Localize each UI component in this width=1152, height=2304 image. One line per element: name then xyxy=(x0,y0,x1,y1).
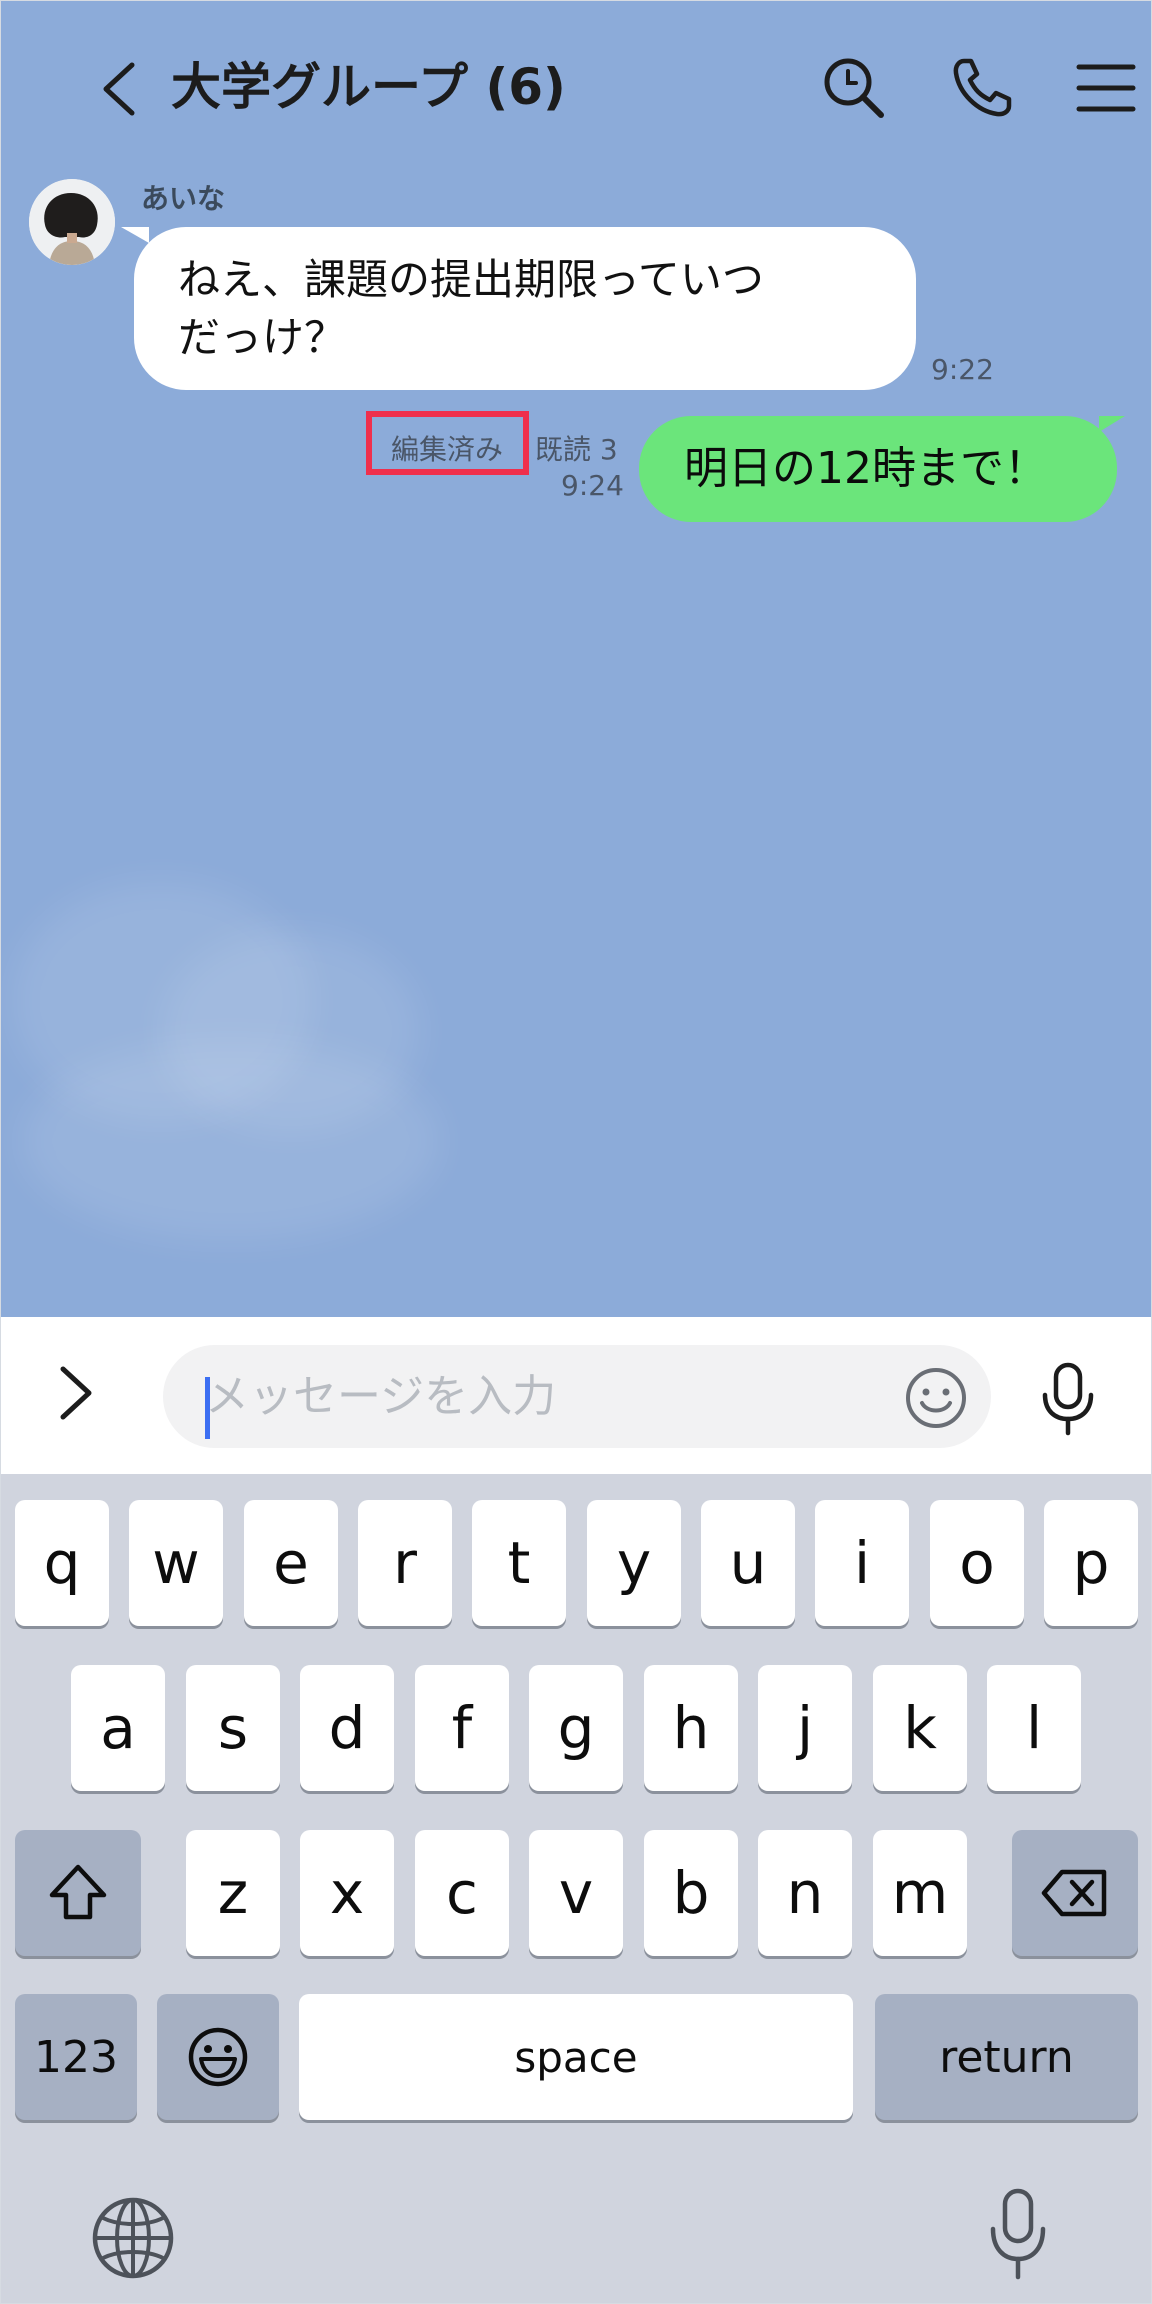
key-label: c xyxy=(446,1859,478,1927)
message-input-bar: メッセージを入力 xyxy=(1,1317,1151,1474)
key-k[interactable]: k xyxy=(873,1665,967,1791)
incoming-message-bubble[interactable]: ねえ、課題の提出期限っていつ だっけ？ xyxy=(134,227,916,390)
key-label: j xyxy=(796,1694,814,1762)
key-label: s xyxy=(217,1694,249,1762)
key-n[interactable]: n xyxy=(758,1830,852,1956)
key-label: o xyxy=(959,1529,995,1597)
key-s[interactable]: s xyxy=(186,1665,280,1791)
back-icon[interactable] xyxy=(96,59,140,119)
message-text-line: だっけ？ xyxy=(178,313,347,362)
key-label: return xyxy=(939,2031,1074,2083)
key-label: z xyxy=(217,1859,249,1927)
key-label: i xyxy=(853,1529,871,1597)
message-input[interactable]: メッセージを入力 xyxy=(163,1345,991,1448)
key-q[interactable]: q xyxy=(15,1500,109,1626)
microphone-icon[interactable] xyxy=(1037,1361,1099,1437)
key-label: g xyxy=(557,1694,595,1762)
chat-area: 大学グループ (6) あいな ねえ、課題の提出期限っていつ だっけ？ 9:22 … xyxy=(1,1,1151,1317)
key-y[interactable]: y xyxy=(587,1500,681,1626)
outgoing-message-bubble[interactable]: 明日の12時まで！ xyxy=(639,416,1117,522)
key-label: w xyxy=(152,1529,200,1597)
key-label: y xyxy=(616,1529,652,1597)
key-d[interactable]: d xyxy=(300,1665,394,1791)
key-label: x xyxy=(329,1859,365,1927)
key-label: f xyxy=(451,1694,473,1762)
key-label: space xyxy=(514,2032,638,2082)
emoji-key[interactable] xyxy=(157,1994,279,2120)
emoji-icon[interactable] xyxy=(903,1365,969,1431)
expand-icon[interactable] xyxy=(53,1363,97,1423)
shift-icon xyxy=(49,1864,107,1920)
key-f[interactable]: f xyxy=(415,1665,509,1791)
key-u[interactable]: u xyxy=(701,1500,795,1626)
key-m[interactable]: m xyxy=(873,1830,967,1956)
key-label: 123 xyxy=(34,2031,118,2083)
key-r[interactable]: r xyxy=(358,1500,452,1626)
backspace-key[interactable] xyxy=(1012,1830,1138,1956)
line-chat-screen: 大学グループ (6) あいな ねえ、課題の提出期限っていつ だっけ？ 9:22 … xyxy=(0,0,1152,2304)
key-o[interactable]: o xyxy=(930,1500,1024,1626)
shift-key[interactable] xyxy=(15,1830,141,1956)
key-label: n xyxy=(786,1859,824,1927)
message-time: 9:24 xyxy=(561,469,624,502)
key-j[interactable]: j xyxy=(758,1665,852,1791)
key-h[interactable]: h xyxy=(644,1665,738,1791)
return-key[interactable]: return xyxy=(875,1994,1138,2120)
menu-icon[interactable] xyxy=(1071,53,1141,123)
key-a[interactable]: a xyxy=(71,1665,165,1791)
key-label: l xyxy=(1025,1694,1043,1762)
input-placeholder: メッセージを入力 xyxy=(205,1371,557,1422)
key-l[interactable]: l xyxy=(987,1665,1081,1791)
key-b[interactable]: b xyxy=(644,1830,738,1956)
key-w[interactable]: w xyxy=(129,1500,223,1626)
globe-icon[interactable] xyxy=(91,2196,175,2280)
key-label: h xyxy=(672,1694,710,1762)
key-i[interactable]: i xyxy=(815,1500,909,1626)
key-x[interactable]: x xyxy=(300,1830,394,1956)
key-z[interactable]: z xyxy=(186,1830,280,1956)
key-t[interactable]: t xyxy=(472,1500,566,1626)
key-label: v xyxy=(558,1859,594,1927)
key-label: d xyxy=(328,1694,366,1762)
read-receipt: 既読 3 xyxy=(535,433,618,466)
phone-icon[interactable] xyxy=(947,53,1017,123)
key-label: p xyxy=(1072,1529,1110,1597)
key-label: e xyxy=(273,1529,309,1597)
key-label: a xyxy=(100,1694,136,1762)
key-label: t xyxy=(507,1529,531,1597)
message-text-line: ねえ、課題の提出期限っていつ xyxy=(178,255,764,304)
cloud-decoration xyxy=(21,1041,441,1241)
bubble-tail xyxy=(121,227,149,243)
key-label: k xyxy=(903,1694,937,1762)
key-label: q xyxy=(43,1529,81,1597)
edited-label: 編集済み xyxy=(391,433,504,466)
search-icon[interactable] xyxy=(819,53,889,123)
key-e[interactable]: e xyxy=(244,1500,338,1626)
dictation-icon[interactable] xyxy=(986,2187,1050,2281)
key-label: b xyxy=(672,1859,710,1927)
avatar[interactable] xyxy=(29,179,115,265)
numbers-key[interactable]: 123 xyxy=(15,1994,137,2120)
key-label: u xyxy=(729,1529,767,1597)
keyboard: q w e r t y u i o p a s d f g h j k l z … xyxy=(1,1474,1151,2303)
sender-name: あいな xyxy=(141,182,226,215)
key-p[interactable]: p xyxy=(1044,1500,1138,1626)
key-label: m xyxy=(891,1859,949,1927)
emoji-key-icon xyxy=(188,2027,248,2087)
chat-title: 大学グループ (6) xyxy=(171,58,566,116)
backspace-icon xyxy=(1041,1869,1107,1917)
key-g[interactable]: g xyxy=(529,1665,623,1791)
space-key[interactable]: space xyxy=(299,1994,853,2120)
chat-header: 大学グループ (6) xyxy=(1,1,1151,171)
key-c[interactable]: c xyxy=(415,1830,509,1956)
message-time: 9:22 xyxy=(931,353,994,386)
bubble-tail xyxy=(1099,416,1125,432)
key-label: r xyxy=(393,1529,417,1597)
message-text: 明日の12時まで！ xyxy=(684,443,1048,494)
key-v[interactable]: v xyxy=(529,1830,623,1956)
